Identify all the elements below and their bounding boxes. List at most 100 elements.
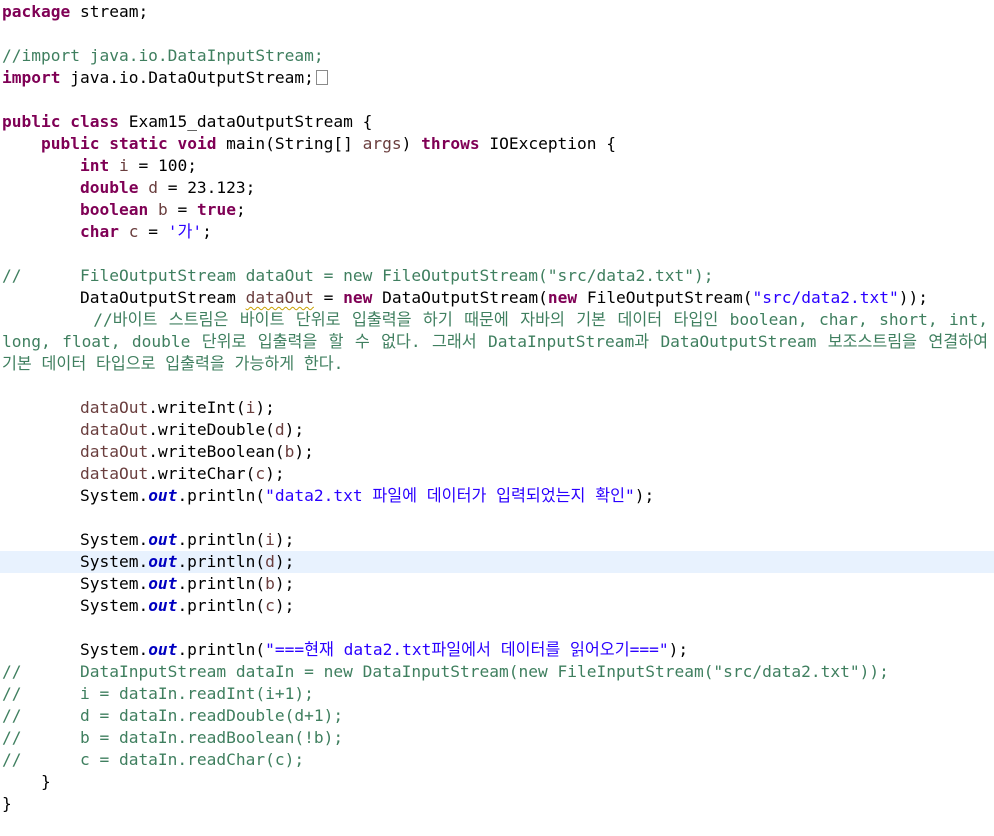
code-token: static: [109, 134, 168, 153]
code-token: ));: [898, 288, 928, 307]
code-line[interactable]: System.out.println(b);: [2, 573, 294, 595]
code-line[interactable]: }: [2, 793, 12, 815]
code-token: );: [668, 640, 689, 659]
code-token: new: [343, 288, 373, 307]
code-token: i: [245, 398, 256, 417]
code-token: "src/data2.txt": [752, 288, 899, 307]
code-line[interactable]: dataOut.writeDouble(d);: [2, 419, 304, 441]
code-token: b: [284, 442, 295, 461]
code-line[interactable]: System.out.println("===현재 data2.txt파일에서 …: [2, 639, 688, 661]
code-token: class: [70, 112, 119, 131]
code-token: =: [138, 222, 168, 241]
code-token: .println(: [177, 486, 266, 505]
code-line[interactable]: double d = 23.123;: [2, 177, 255, 199]
code-line[interactable]: // DataInputStream dataIn = new DataInpu…: [2, 661, 889, 683]
code-token: out: [148, 640, 178, 659]
code-token: import: [2, 68, 61, 87]
code-token: package: [2, 2, 71, 21]
code-line[interactable]: // d = dataIn.readDouble(d+1);: [2, 705, 343, 727]
code-token: double: [79, 178, 139, 197]
code-line[interactable]: long, float, double 단위로 입출력을 할 수 없다. 그래서…: [2, 331, 988, 353]
code-token: void: [177, 134, 217, 153]
code-token: ): [401, 134, 422, 153]
code-line[interactable]: import java.io.DataOutputStream;: [2, 67, 328, 89]
code-token: =: [167, 200, 197, 219]
code-token: System.: [2, 574, 149, 593]
code-line[interactable]: System.out.println(c);: [2, 595, 294, 617]
code-token: DataOutputStream: [2, 288, 246, 307]
code-line[interactable]: char c = '가';: [2, 221, 212, 243]
code-token: IOException {: [479, 134, 617, 153]
code-token: char: [79, 222, 119, 241]
code-token: // i = dataIn.readInt(i+1);: [2, 684, 314, 703]
code-line[interactable]: //import java.io.DataInputStream;: [2, 45, 324, 67]
code-token: main(String[]: [216, 134, 363, 153]
code-line[interactable]: 기본 데이터 타입으로 입출력을 가능하게 한다.: [2, 353, 343, 375]
code-line[interactable]: public class Exam15_dataOutputStream {: [2, 111, 372, 133]
code-token: .println(: [177, 530, 266, 549]
code-token: );: [274, 552, 295, 571]
code-line[interactable]: dataOut.writeBoolean(b);: [2, 441, 314, 463]
code-token: dataOut: [79, 442, 149, 461]
code-token: .writeBoolean(: [148, 442, 285, 461]
code-token: out: [148, 574, 178, 593]
code-token: // b = dataIn.readBoolean(!b);: [2, 728, 344, 747]
code-line[interactable]: public static void main(String[] args) t…: [2, 133, 616, 155]
code-line[interactable]: // b = dataIn.readBoolean(!b);: [2, 727, 343, 749]
code-line[interactable]: DataOutputStream dataOut = new DataOutpu…: [2, 287, 928, 309]
code-line[interactable]: package stream;: [2, 1, 148, 23]
code-line[interactable]: System.out.println("data2.txt 파일에 데이터가 입…: [2, 485, 654, 507]
code-line[interactable]: boolean b = true;: [2, 199, 246, 221]
code-line[interactable]: //바이트 스트림은 바이트 단위로 입출력을 하기 때문에 자바의 기본 데이…: [2, 309, 988, 331]
code-token: public: [2, 112, 61, 131]
code-token: // DataInputStream dataIn = new DataInpu…: [2, 662, 889, 681]
code-line[interactable]: // c = dataIn.readChar(c);: [2, 749, 304, 771]
code-token: c: [255, 464, 266, 483]
code-token: .writeInt(: [148, 398, 246, 417]
code-token: out: [148, 486, 178, 505]
code-token: = 100;: [128, 156, 197, 175]
code-token: "data2.txt 파일에 데이터가 입력되었는지 확인": [265, 486, 635, 505]
code-token: );: [294, 442, 314, 461]
code-token: );: [274, 596, 295, 615]
code-token: System.: [2, 640, 149, 659]
code-token: System.: [2, 596, 149, 615]
code-token: //바이트 스트림은 바이트 단위로 입출력을 하기 때문에 자바의 기본 데이…: [2, 310, 988, 329]
code-line[interactable]: dataOut.writeInt(i);: [2, 397, 275, 419]
code-token: throws: [421, 134, 480, 153]
code-token: }: [2, 772, 51, 791]
code-token: );: [255, 398, 275, 417]
code-line[interactable]: // i = dataIn.readInt(i+1);: [2, 683, 314, 705]
code-token: out: [148, 552, 178, 571]
code-token: );: [284, 420, 305, 439]
code-line[interactable]: int i = 100;: [2, 155, 197, 177]
code-line[interactable]: // FileOutputStream dataOut = new FileOu…: [2, 265, 713, 287]
code-editor[interactable]: package stream; //import java.io.DataInpu…: [0, 0, 994, 836]
code-token: dataOut: [79, 420, 149, 439]
code-token: i: [265, 530, 275, 549]
code-line[interactable]: System.out.println(i);: [2, 529, 294, 551]
code-token: b: [157, 200, 168, 219]
code-token: );: [265, 464, 285, 483]
code-token: System.: [2, 530, 149, 549]
code-line[interactable]: dataOut.writeChar(c);: [2, 463, 285, 485]
code-line[interactable]: System.out.println(d);: [2, 551, 294, 573]
code-token: DataOutputStream(: [372, 288, 548, 307]
code-token: =: [313, 288, 344, 307]
code-token: c: [128, 222, 139, 241]
folded-imports-icon[interactable]: [315, 70, 328, 85]
code-line[interactable]: }: [2, 771, 51, 793]
code-token: new: [547, 288, 578, 307]
code-token: d: [274, 420, 285, 439]
code-token: FileOutputStream(: [577, 288, 753, 307]
code-token: }: [2, 794, 12, 813]
